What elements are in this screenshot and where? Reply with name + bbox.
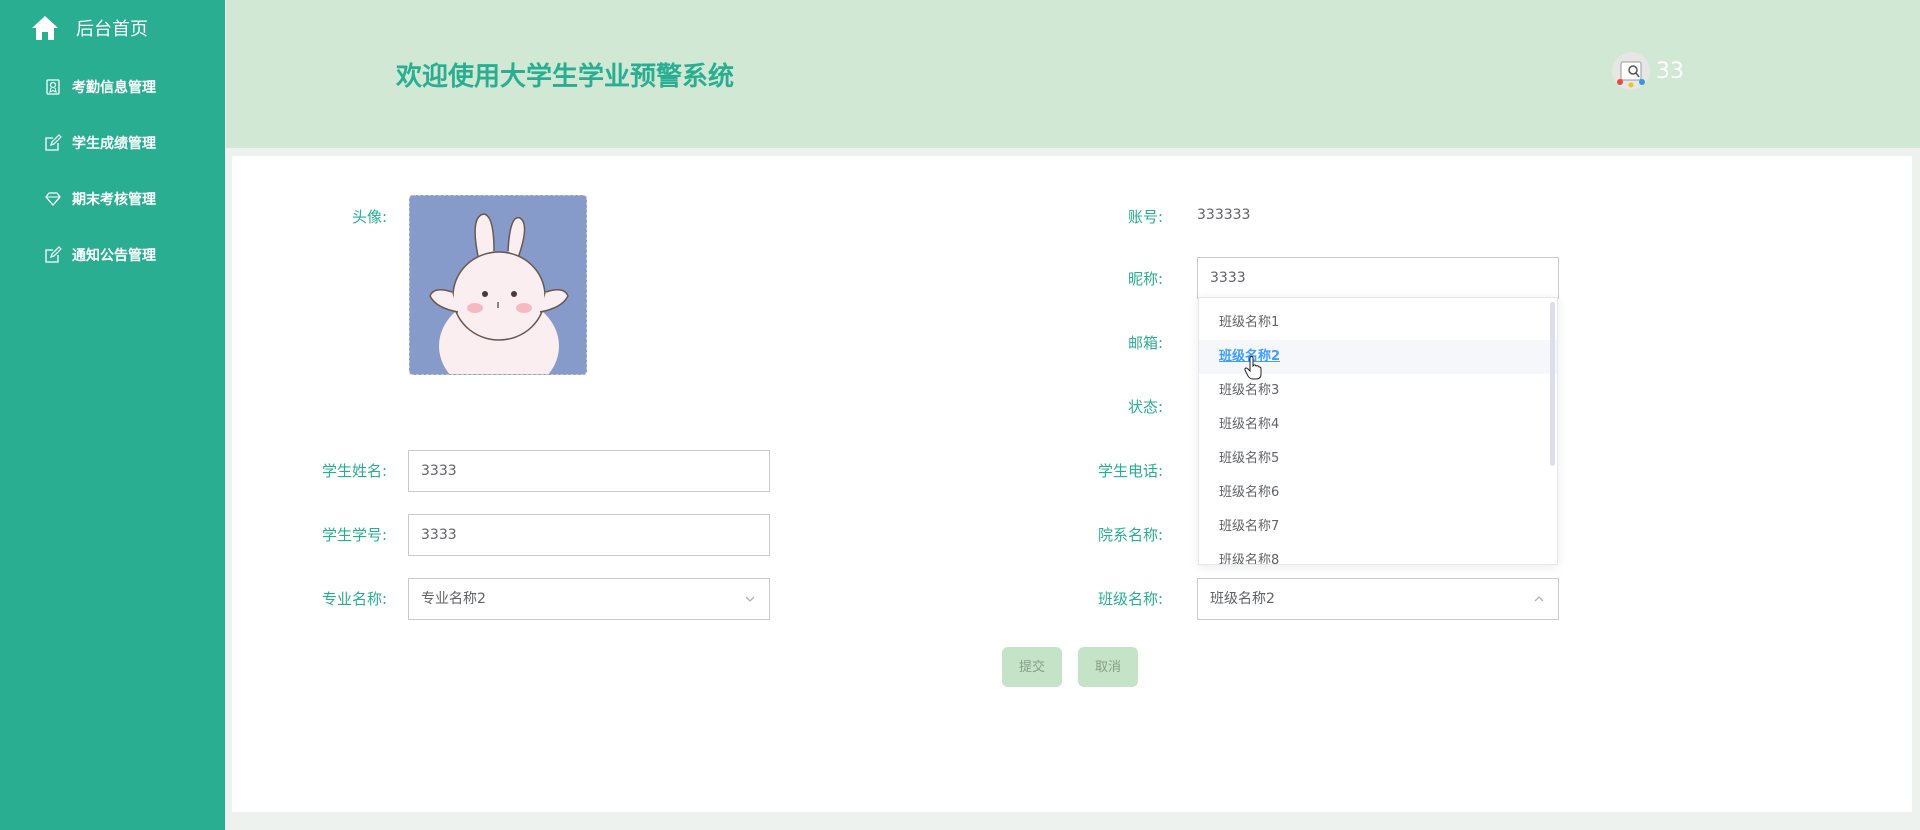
sidebar-item-grades[interactable]: 学生成绩管理 (44, 131, 156, 155)
sidebar-item-label: 学生成绩管理 (72, 136, 156, 152)
chevron-down-icon (745, 596, 755, 602)
avatar-label: 头像: (351, 208, 387, 226)
avatar-upload[interactable] (409, 195, 587, 375)
student-phone-label: 学生电话: (1097, 462, 1163, 480)
sidebar-item-notices[interactable]: 通知公告管理 (44, 243, 156, 267)
avatar-icon (1612, 52, 1650, 90)
class-label: 班级名称: (1097, 590, 1163, 608)
sidebar-home[interactable]: 后台首页 (30, 12, 148, 44)
dropdown-option[interactable]: 班级名称5 (1199, 442, 1557, 476)
dropdown-scrollbar[interactable] (1550, 302, 1555, 466)
account-value: 333333 (1197, 207, 1251, 223)
nickname-label: 昵称: (1127, 270, 1163, 288)
diamond-icon (45, 192, 61, 206)
student-name-input[interactable]: 3333 (408, 450, 770, 492)
badge-icon (46, 79, 60, 95)
sidebar-item-label: 通知公告管理 (72, 248, 156, 264)
edit-icon (45, 246, 62, 263)
submit-button[interactable]: 提交 (1002, 647, 1062, 687)
sidebar-item-label: 考勤信息管理 (72, 80, 156, 96)
department-label: 院系名称: (1097, 526, 1163, 544)
username: 33 (1656, 58, 1684, 84)
sidebar-home-label: 后台首页 (76, 19, 148, 40)
dropdown-option[interactable]: 班级名称7 (1199, 510, 1557, 544)
sidebar-item-final-exam[interactable]: 期末考核管理 (44, 187, 156, 211)
home-icon (32, 16, 58, 40)
dropdown-option[interactable]: 班级名称4 (1199, 408, 1557, 442)
class-select[interactable]: 班级名称2 (1197, 578, 1559, 620)
avatar[interactable] (1612, 52, 1650, 90)
hand-cursor-icon (1244, 356, 1262, 380)
major-select[interactable]: 专业名称2 (408, 578, 770, 620)
student-id-label: 学生学号: (321, 526, 387, 544)
account-label: 账号: (1127, 208, 1163, 226)
major-select-value: 专业名称2 (421, 591, 486, 607)
bunny-avatar-image (410, 196, 586, 374)
class-dropdown: 班级名称1 班级名称2 班级名称3 班级名称4 班级名称5 班级名称6 班级名称… (1198, 297, 1558, 565)
dropdown-option[interactable]: 班级名称6 (1199, 476, 1557, 510)
student-id-input[interactable]: 3333 (408, 514, 770, 556)
form-card: 头像: 账号: 333333 昵称: 3333 邮箱: 状态: 学生姓名: 33… (232, 156, 1912, 812)
nickname-input[interactable]: 3333 (1197, 257, 1559, 299)
dropdown-option[interactable]: 班级名称1 (1199, 306, 1557, 340)
dropdown-option[interactable]: 班级名称8 (1199, 544, 1557, 564)
sidebar-item-attendance[interactable]: 考勤信息管理 (44, 75, 156, 99)
student-name-label: 学生姓名: (321, 462, 387, 480)
major-label: 专业名称: (321, 590, 387, 608)
class-select-value: 班级名称2 (1210, 591, 1275, 607)
sidebar: 后台首页 考勤信息管理 学生成绩管理 期末考核管理 通知公告管理 (0, 0, 225, 830)
edit-icon (45, 134, 62, 151)
header: 欢迎使用大学生学业预警系统 33 (226, 0, 1920, 148)
cancel-button[interactable]: 取消 (1078, 647, 1138, 687)
page-title: 欢迎使用大学生学业预警系统 (396, 62, 735, 92)
email-label: 邮箱: (1127, 334, 1163, 352)
sidebar-item-label: 期末考核管理 (72, 192, 156, 208)
user-menu[interactable]: 33 (1612, 52, 1684, 90)
status-label: 状态: (1127, 398, 1163, 416)
chevron-up-icon (1534, 596, 1544, 602)
